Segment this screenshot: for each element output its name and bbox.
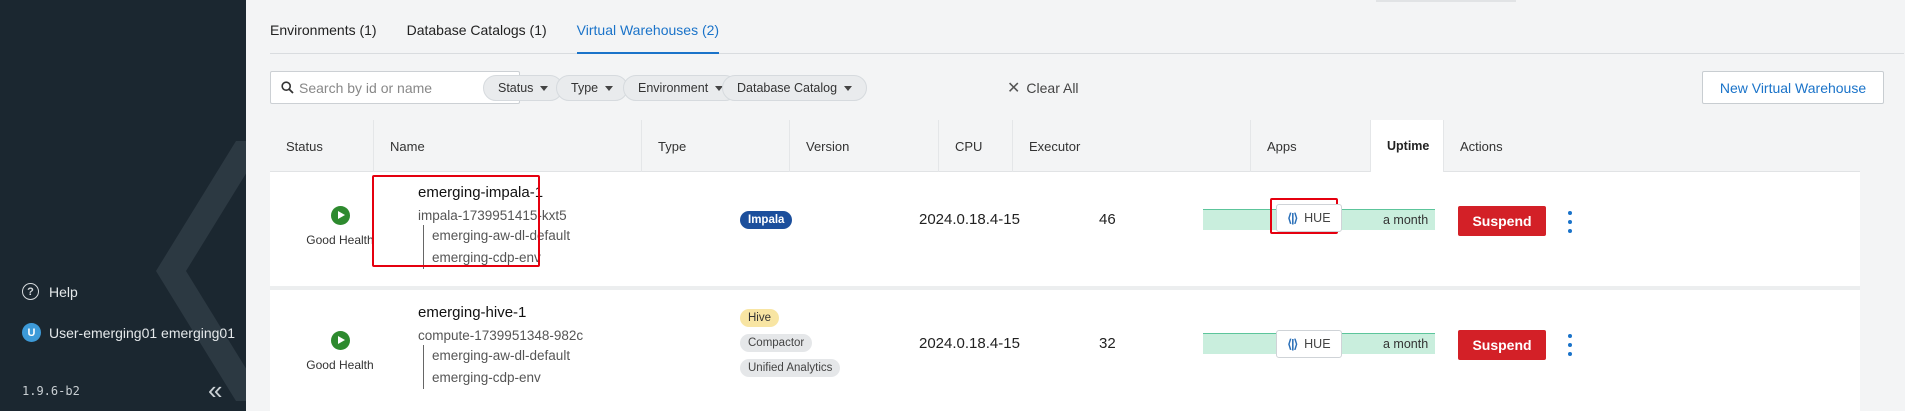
uptime-text: a month [1383,213,1429,227]
search-input[interactable] [299,79,509,96]
status-text: Good Health [306,358,374,372]
hue-icon: ⟨|⟩ [1287,211,1298,225]
hue-icon: ⟨|⟩ [1287,337,1298,351]
user-menu[interactable]: U User-emerging01 emerging01 [22,323,235,342]
column-name[interactable]: Name [373,120,641,172]
tab-virtual-warehouses[interactable]: Virtual Warehouses (2) [576,0,720,54]
avatar: U [22,323,41,342]
help-label: Help [49,283,78,300]
table-row: Good Health emerging-hive-1 compute-1739… [270,294,1860,411]
environment-name: emerging-cdp-env [432,370,541,385]
database-catalog-filter-label: Database Catalog [737,81,838,95]
tab-bar: Environments (1) Database Catalogs (1) V… [270,0,1904,54]
play-icon [330,331,350,350]
app-version: 1.9.6-b2 [22,384,80,398]
filter-toolbar: Status Type Environment Database Catalog… [270,71,1905,104]
clear-all-button[interactable]: ✕ Clear All [1007,76,1079,100]
tab-environments[interactable]: Environments (1) [270,0,377,54]
tab-database-catalogs[interactable]: Database Catalogs (1) [407,0,547,54]
help-link[interactable]: ? Help [22,283,78,300]
version-text: 2024.0.18.4-15 [919,335,1020,352]
chevron-down-icon [605,85,614,91]
suspend-button[interactable]: Suspend [1458,206,1546,236]
user-label: User-emerging01 emerging01 [49,324,235,341]
search-icon [281,81,294,94]
type-filter-label: Type [571,81,599,95]
more-actions-icon[interactable] [1565,334,1575,356]
warehouse-details: emerging-aw-dl-default emerging-cdp-env [423,345,583,389]
column-executor[interactable]: Executor [1012,120,1250,172]
warehouse-id: compute-1739951348-982c [418,328,584,343]
hue-label: HUE [1304,211,1331,225]
warehouse-name[interactable]: emerging-hive-1 [418,304,583,321]
column-type[interactable]: Type [641,120,789,172]
table-header: Status Name Type Version CPU Executor Ap… [270,120,1860,172]
help-icon: ? [22,283,39,300]
more-actions-icon[interactable] [1565,211,1575,233]
name-cell: emerging-hive-1 compute-1739951348-982c … [418,304,583,389]
type-cell: Hive Compactor Unified Analytics [740,308,841,383]
table-row: Good Health emerging-impala-1 impala-173… [270,172,1860,290]
column-actions: Actions [1443,120,1860,172]
sidebar: ? Help U User-emerging01 emerging01 1.9.… [0,0,246,411]
status-filter[interactable]: Status [483,75,564,101]
hue-label: HUE [1304,337,1331,351]
column-uptime[interactable]: Uptime [1370,120,1443,172]
column-apps[interactable]: Apps [1250,120,1370,172]
sidebar-decoration [156,141,246,401]
main-content: Environments (1) Database Catalogs (1) V… [246,0,1905,411]
suspend-button[interactable]: Suspend [1458,330,1546,360]
type-badge-impala: Impala [740,211,793,229]
type-badge-unified-analytics: Unified Analytics [740,359,841,377]
database-catalog-filter[interactable]: Database Catalog [722,75,868,101]
play-icon [330,206,350,225]
cpu-text: 32 [1099,335,1116,352]
type-badge-hive: Hive [740,309,780,327]
close-icon: ✕ [1007,80,1021,97]
type-cell: Impala [740,210,793,235]
type-badge-compactor: Compactor [740,334,813,352]
status-cell: Good Health [270,331,410,372]
column-cpu[interactable]: CPU [938,120,1012,172]
hue-button[interactable]: ⟨|⟩ HUE [1276,330,1342,358]
clear-all-label: Clear All [1026,80,1079,96]
uptime-text: a month [1383,337,1429,351]
column-version[interactable]: Version [789,120,938,172]
database-catalog-name: emerging-aw-dl-default [432,348,571,363]
type-filter[interactable]: Type [556,75,629,101]
warehouses-table: Status Name Type Version CPU Executor Ap… [270,120,1860,411]
chevron-down-icon [844,85,853,91]
status-filter-label: Status [498,81,534,95]
collapse-sidebar-icon[interactable]: « [208,377,222,403]
version-text: 2024.0.18.4-15 [919,211,1020,228]
cpu-text: 46 [1099,211,1116,228]
column-status[interactable]: Status [270,120,373,172]
highlight-box-name [372,175,540,267]
chevron-down-icon [540,85,549,91]
hue-button[interactable]: ⟨|⟩ HUE [1276,204,1342,232]
new-virtual-warehouse-button[interactable]: New Virtual Warehouse [1702,71,1884,104]
environment-filter-label: Environment [638,81,709,95]
environment-filter[interactable]: Environment [623,75,739,101]
